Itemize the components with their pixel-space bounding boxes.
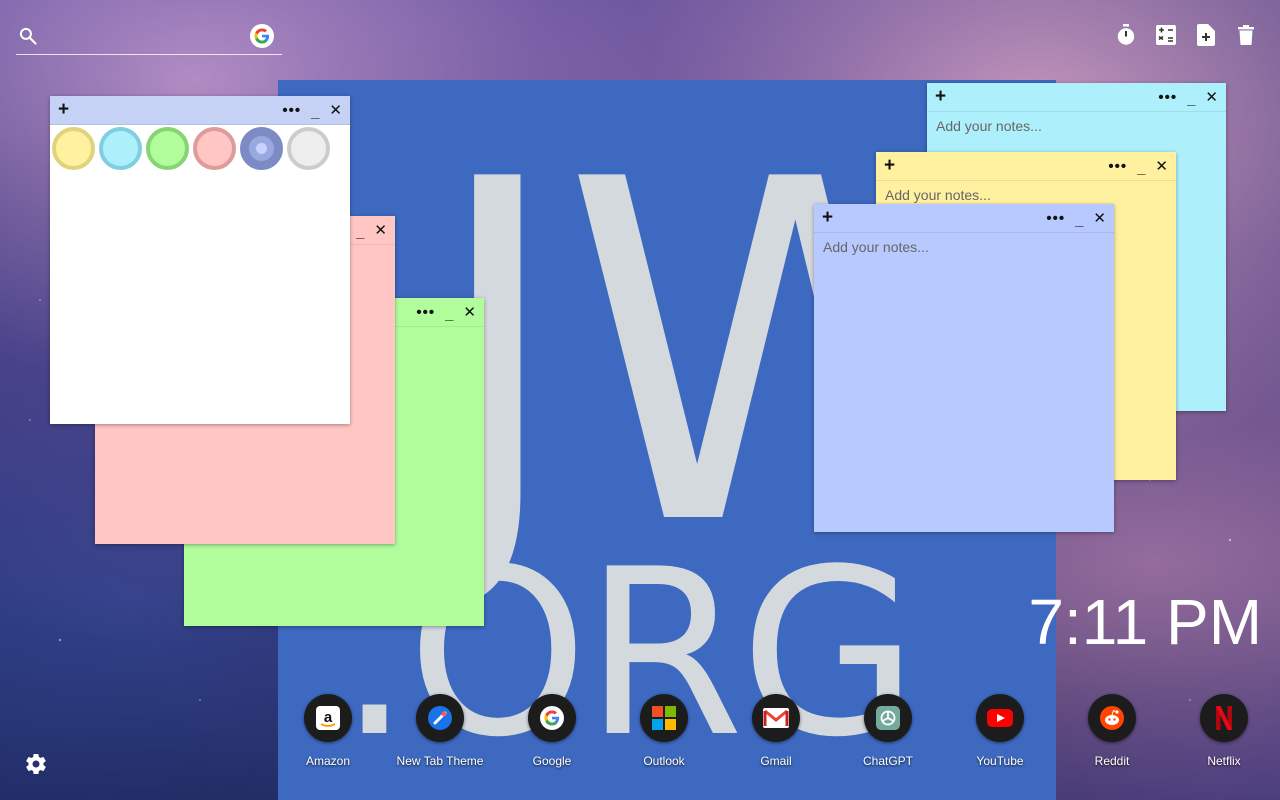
shortcut-label: New Tab Theme <box>396 754 484 768</box>
new-note-button[interactable]: + <box>58 99 69 121</box>
settings-button[interactable] <box>24 752 48 776</box>
close-button[interactable]: ✕ <box>1205 88 1218 106</box>
shortcut-label: Netflix <box>1207 754 1241 768</box>
note-menu-button[interactable]: ••• <box>1108 158 1127 175</box>
color-palette <box>50 125 350 172</box>
note-menu-button[interactable]: ••• <box>416 304 435 321</box>
minimize-button[interactable]: _ <box>356 224 364 241</box>
add-note-icon <box>1197 24 1215 46</box>
close-button[interactable]: ✕ <box>374 221 387 239</box>
shortcut-youtube-circle[interactable] <box>976 694 1024 742</box>
note-menu-button[interactable]: ••• <box>1046 210 1065 227</box>
new-tab-theme-icon <box>428 706 452 730</box>
color-swatch-pink[interactable] <box>193 127 236 170</box>
new-note-button[interactable]: + <box>935 86 946 108</box>
shortcut-label: Amazon <box>305 754 351 768</box>
outlook-icon <box>652 706 676 730</box>
sticky-note-blue: + ••• _ ✕ <box>814 204 1114 532</box>
minimize-button[interactable]: _ <box>445 306 453 323</box>
shortcut-label: Outlook <box>643 754 685 768</box>
delete-icon <box>1238 25 1254 45</box>
shortcut-youtube[interactable]: YouTube <box>944 694 1056 768</box>
minimize-button[interactable]: _ <box>1075 212 1083 229</box>
shortcut-label: ChatGPT <box>862 754 913 768</box>
shortcut-label: Reddit <box>1094 754 1130 768</box>
note-header[interactable]: + ••• _ ✕ <box>814 204 1114 233</box>
shortcut-outlook[interactable]: Outlook <box>608 694 720 768</box>
minimize-button[interactable]: _ <box>311 104 319 121</box>
chatgpt-icon <box>876 706 900 730</box>
color-swatch-cyan[interactable] <box>99 127 142 170</box>
new-note-button[interactable]: + <box>884 155 895 177</box>
timer-icon <box>1117 24 1135 45</box>
delete-button[interactable] <box>1236 24 1256 46</box>
shortcut-label: Gmail <box>760 754 792 768</box>
note-text-area[interactable] <box>814 233 1114 523</box>
search-icon[interactable] <box>18 26 38 46</box>
shortcut-reddit[interactable]: Reddit <box>1056 694 1168 768</box>
google-search-engine-button[interactable] <box>250 24 274 48</box>
shortcut-new-tab-theme-circle[interactable] <box>416 694 464 742</box>
clock: 7:11 PM <box>1028 586 1262 658</box>
netflix-icon <box>1216 706 1232 730</box>
google-icon <box>254 28 270 44</box>
close-button[interactable]: ✕ <box>463 303 476 321</box>
sticky-note-white: + ••• _ ✕ <box>50 96 350 424</box>
note-menu-button[interactable]: ••• <box>282 102 301 119</box>
shortcut-gmail-circle[interactable] <box>752 694 800 742</box>
color-swatch-yellow[interactable] <box>52 127 95 170</box>
shortcut-amazon-circle[interactable]: a <box>304 694 352 742</box>
color-swatch-gray[interactable] <box>287 127 330 170</box>
gear-icon <box>26 754 46 775</box>
new-note-button[interactable]: + <box>822 207 833 229</box>
shortcut-new-tab-theme[interactable]: New Tab Theme <box>384 694 496 768</box>
close-button[interactable]: ✕ <box>329 101 342 119</box>
shortcut-google[interactable]: Google <box>496 694 608 768</box>
minimize-button[interactable]: _ <box>1137 160 1145 177</box>
calculator-button[interactable] <box>1156 24 1176 46</box>
youtube-icon <box>987 709 1013 727</box>
close-button[interactable]: ✕ <box>1155 157 1168 175</box>
search-input[interactable] <box>48 25 242 51</box>
minimize-button[interactable]: _ <box>1187 91 1195 108</box>
shortcut-gmail[interactable]: Gmail <box>720 694 832 768</box>
shortcut-amazon[interactable]: a Amazon <box>272 694 384 768</box>
reddit-icon <box>1100 706 1124 730</box>
shortcut-chatgpt-circle[interactable] <box>864 694 912 742</box>
amazon-icon: a <box>316 706 340 730</box>
search-bar <box>16 22 282 55</box>
timer-button[interactable] <box>1116 24 1136 46</box>
google-icon <box>540 706 564 730</box>
shortcut-netflix-circle[interactable] <box>1200 694 1248 742</box>
shortcut-outlook-circle[interactable] <box>640 694 688 742</box>
note-menu-button[interactable]: ••• <box>1158 89 1177 106</box>
shortcut-label: Google <box>532 754 572 768</box>
color-swatch-blue[interactable] <box>240 127 283 170</box>
shortcut-google-circle[interactable] <box>528 694 576 742</box>
shortcut-netflix[interactable]: Netflix <box>1168 694 1280 768</box>
shortcut-chatgpt[interactable]: ChatGPT <box>832 694 944 768</box>
shortcut-label: YouTube <box>976 754 1024 768</box>
note-header[interactable]: + ••• _ ✕ <box>876 152 1176 181</box>
note-header[interactable]: + ••• _ ✕ <box>927 83 1226 112</box>
close-button[interactable]: ✕ <box>1093 209 1106 227</box>
note-header[interactable]: + ••• _ ✕ <box>50 96 350 125</box>
gmail-icon <box>763 708 789 728</box>
color-swatch-green[interactable] <box>146 127 189 170</box>
add-note-button[interactable] <box>1196 24 1216 46</box>
svg-text:a: a <box>324 709 333 726</box>
calculator-icon <box>1156 25 1176 45</box>
top-toolbar <box>1116 24 1256 46</box>
shortcut-reddit-circle[interactable] <box>1088 694 1136 742</box>
shortcut-bar: a Amazon New Tab Theme Google Outlook Gm… <box>272 694 1280 768</box>
